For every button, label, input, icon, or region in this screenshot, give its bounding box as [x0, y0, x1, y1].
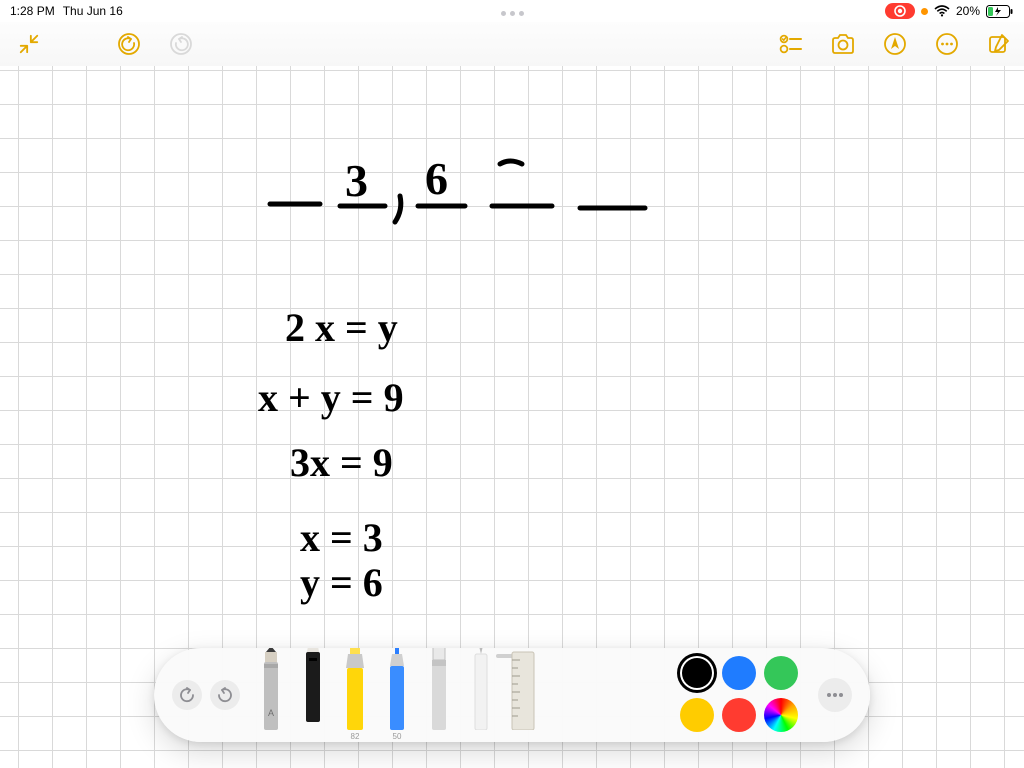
more-button[interactable]	[934, 31, 960, 57]
status-bar: 1:28 PM Thu Jun 16 20%	[0, 0, 1024, 22]
hw-digit-6: 6	[425, 153, 448, 204]
color-green[interactable]	[764, 656, 798, 690]
tool-label: 82	[351, 732, 360, 742]
undo-button[interactable]	[116, 31, 142, 57]
markup-button[interactable]	[882, 31, 908, 57]
hw-digit-3: 3	[345, 155, 368, 206]
hw-eq4: x = 3	[300, 515, 383, 560]
color-red[interactable]	[722, 698, 756, 732]
hw-eq3: 3x = 9	[290, 440, 393, 485]
redo-button[interactable]	[168, 31, 194, 57]
notes-toolbar: .tb-left .tb-btn:first-child svg{display…	[0, 22, 1024, 67]
hw-eq2: x + y = 9	[258, 375, 404, 420]
palette-undo-button[interactable]	[172, 680, 202, 710]
battery-icon	[986, 5, 1014, 18]
camera-button[interactable]	[830, 31, 856, 57]
tool-label: 50	[393, 732, 402, 742]
svg-text:A: A	[268, 708, 274, 718]
color-yellow[interactable]	[680, 698, 714, 732]
tool-marker[interactable]: 50	[380, 648, 414, 742]
compose-button[interactable]	[986, 31, 1012, 57]
tool-lasso[interactable]	[464, 648, 498, 742]
color-grid	[680, 656, 800, 734]
hw-eq5: y = 6	[300, 560, 383, 605]
color-black[interactable]	[680, 656, 714, 690]
tool-highlighter[interactable]: 82	[338, 648, 372, 742]
tool-pencil[interactable]: A	[254, 648, 288, 742]
status-date: Thu Jun 16	[63, 4, 123, 18]
screen-record-pill[interactable]	[885, 3, 915, 19]
color-blue[interactable]	[722, 656, 756, 690]
wifi-icon	[934, 5, 950, 17]
exit-fullscreen-button[interactable]	[16, 31, 42, 57]
hw-eq1: 2 x = y	[285, 305, 398, 350]
tool-pen[interactable]	[296, 648, 330, 742]
status-time: 1:28 PM	[10, 4, 55, 18]
color-picker[interactable]	[764, 698, 798, 732]
palette-redo-button[interactable]	[210, 680, 240, 710]
drawing-palette[interactable]: A 82	[154, 648, 870, 742]
palette-more-button[interactable]	[818, 678, 852, 712]
mic-indicator-dot	[921, 8, 928, 15]
checklist-button[interactable]	[778, 31, 804, 57]
tool-ruler[interactable]	[506, 648, 540, 742]
tool-eraser[interactable]	[422, 648, 456, 742]
battery-percent: 20%	[956, 4, 980, 18]
